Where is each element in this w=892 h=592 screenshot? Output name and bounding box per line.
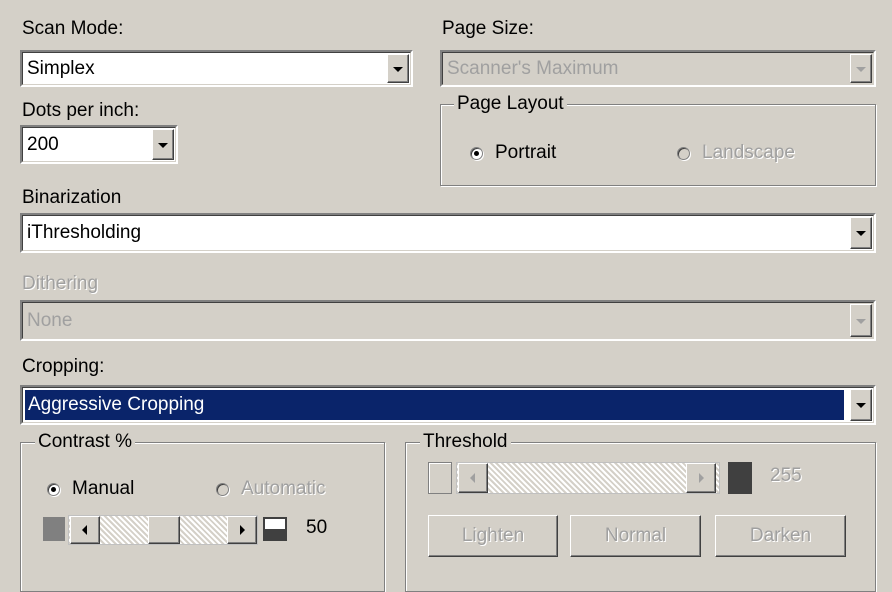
dithering-label: Dithering [22, 273, 99, 294]
normal-button: Normal [570, 515, 701, 557]
automatic-radio: Automatic [216, 478, 325, 500]
cropping-select[interactable]: Aggressive Cropping [20, 385, 876, 425]
threshold-increase-button [686, 463, 716, 493]
page-size-select: Scanner's Maximum [440, 50, 876, 87]
threshold-slider-track [456, 462, 720, 494]
threshold-legend: Threshold [420, 431, 511, 453]
contrast-value: 50 [306, 517, 328, 538]
cropping-value: Aggressive Cropping [25, 390, 844, 420]
light-threshold-swatch-icon [428, 462, 452, 494]
high-contrast-swatch-icon [263, 517, 287, 541]
low-contrast-swatch-icon [43, 517, 65, 541]
page-layout-legend: Page Layout [454, 93, 567, 115]
binarization-select[interactable]: iThresholding [20, 213, 876, 253]
cropping-dropdown-button[interactable] [850, 389, 872, 421]
automatic-label: Automatic [241, 478, 326, 499]
landscape-label: Landscape [702, 142, 795, 163]
threshold-decrease-button [458, 463, 488, 493]
binarization-dropdown-button[interactable] [850, 217, 872, 249]
landscape-radio: Landscape [677, 142, 795, 164]
dpi-value: 200 [27, 133, 59, 155]
dpi-label: Dots per inch: [22, 100, 140, 121]
dpi-dropdown-button[interactable] [152, 129, 174, 160]
threshold-value: 255 [770, 465, 802, 486]
cropping-label: Cropping: [22, 356, 105, 377]
page-size-value: Scanner's Maximum [447, 57, 619, 79]
dithering-select: None [20, 300, 876, 341]
contrast-decrease-button[interactable] [70, 516, 100, 544]
contrast-slider-thumb[interactable] [148, 516, 180, 544]
contrast-legend: Contrast % [35, 431, 135, 453]
radio-unselected-icon [216, 482, 229, 496]
dark-threshold-swatch-icon [728, 462, 752, 494]
radio-selected-icon [470, 146, 483, 160]
manual-label: Manual [72, 478, 135, 499]
scan-mode-select[interactable]: Simplex [20, 50, 413, 87]
radio-unselected-icon [677, 146, 690, 160]
page-size-label: Page Size: [442, 18, 534, 39]
radio-selected-icon [47, 482, 60, 496]
contrast-increase-button[interactable] [227, 516, 257, 544]
manual-radio[interactable]: Manual [47, 478, 134, 500]
dpi-select[interactable]: 200 [20, 125, 178, 164]
lighten-button: Lighten [428, 515, 558, 557]
page-size-dropdown-button [850, 54, 872, 83]
dithering-dropdown-button [850, 304, 872, 337]
scan-mode-value: Simplex [27, 57, 95, 79]
scan-mode-dropdown-button[interactable] [387, 54, 409, 83]
dithering-value: None [27, 309, 73, 331]
binarization-label: Binarization [22, 187, 122, 208]
darken-button: Darken [715, 515, 846, 557]
binarization-value: iThresholding [27, 222, 142, 243]
portrait-label: Portrait [495, 142, 557, 163]
portrait-radio[interactable]: Portrait [470, 142, 556, 164]
scan-mode-label: Scan Mode: [22, 18, 124, 39]
